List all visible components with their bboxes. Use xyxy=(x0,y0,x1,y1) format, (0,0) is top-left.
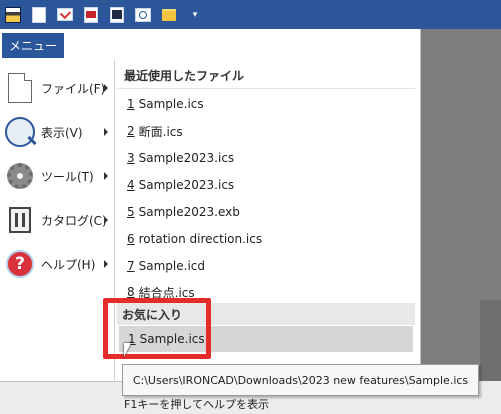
red-document-icon[interactable] xyxy=(80,4,102,26)
item-number: 3 xyxy=(127,151,135,165)
highlight-annotation xyxy=(103,298,211,359)
file-icon xyxy=(5,73,35,103)
item-filename: Sample2023.ics xyxy=(138,151,235,165)
nav-item-label: カタログ(C) xyxy=(41,213,107,228)
dropdown-arrow-icon[interactable]: ▾ xyxy=(184,4,206,26)
file-path-tooltip: C:\Users\IRONCAD\Downloads\2023 new feat… xyxy=(122,364,479,396)
item-filename: 断面.ics xyxy=(138,124,183,139)
item-number: 1 xyxy=(127,97,135,111)
item-filename: Sample2023.ics xyxy=(138,178,235,192)
nav-item-catalog[interactable]: カタログ(C) xyxy=(2,199,114,241)
submenu-arrow-icon xyxy=(104,216,108,224)
nav-item-tools[interactable]: ツール(T) xyxy=(2,155,114,197)
menu-nav: ファイル(F) 表示(V) ツール(T) カタログ(C) ? ヘルプ(H) xyxy=(2,59,115,381)
item-number: 2 xyxy=(127,124,135,138)
item-number: 8 xyxy=(127,285,135,299)
catalog-icon xyxy=(5,205,35,235)
open-folder-icon[interactable] xyxy=(158,4,180,26)
app-icon[interactable] xyxy=(2,4,24,26)
item-number: 5 xyxy=(127,205,135,219)
status-text: F1キーを押してヘルプを表示 xyxy=(124,398,269,411)
nav-item-label: ファイル(F) xyxy=(41,81,106,96)
submenu-arrow-icon xyxy=(104,260,108,268)
item-filename: Sample2023.exb xyxy=(138,205,240,219)
item-filename: rotation direction.ics xyxy=(138,232,263,246)
camera-icon[interactable] xyxy=(132,4,154,26)
recent-files-header: 最近使用したファイル xyxy=(117,63,415,89)
item-number: 4 xyxy=(127,178,135,192)
submenu-arrow-icon xyxy=(104,128,108,136)
nav-item-label: ヘルプ(H) xyxy=(41,257,96,272)
nav-item-help[interactable]: ? ヘルプ(H) xyxy=(2,243,114,285)
recent-file-item[interactable]: 3 Sample2023.ics xyxy=(117,145,413,171)
quick-access-toolbar: ▾ xyxy=(0,0,501,29)
recent-file-item[interactable]: 5 Sample2023.exb xyxy=(117,199,413,225)
nav-item-view[interactable]: 表示(V) xyxy=(2,111,114,153)
help-icon: ? xyxy=(5,249,35,279)
submenu-arrow-icon xyxy=(104,172,108,180)
item-number: 7 xyxy=(127,259,135,273)
item-number: 6 xyxy=(127,232,135,246)
mail-icon[interactable] xyxy=(54,4,76,26)
submenu-arrow-icon xyxy=(104,84,108,92)
nav-item-file[interactable]: ファイル(F) xyxy=(2,67,114,109)
recent-file-item[interactable]: 2 断面.ics xyxy=(117,118,413,144)
catalog-document-icon[interactable] xyxy=(106,4,128,26)
magnifier-icon xyxy=(5,117,35,147)
recent-file-item[interactable]: 4 Sample2023.ics xyxy=(117,172,413,198)
gear-icon xyxy=(5,161,35,191)
nav-item-label: 表示(V) xyxy=(41,125,83,140)
item-filename: Sample.ics xyxy=(138,97,204,111)
menu-tab[interactable]: メニュー xyxy=(2,33,64,58)
new-document-icon[interactable] xyxy=(28,4,50,26)
recent-file-item[interactable]: 1 Sample.ics xyxy=(117,91,413,117)
recent-file-item[interactable]: 7 Sample.icd xyxy=(117,253,413,279)
item-filename: Sample.icd xyxy=(138,259,205,273)
recent-file-item[interactable]: 6 rotation direction.ics xyxy=(117,226,413,252)
nav-item-label: ツール(T) xyxy=(41,169,94,184)
mouse-cursor-icon xyxy=(124,343,131,357)
